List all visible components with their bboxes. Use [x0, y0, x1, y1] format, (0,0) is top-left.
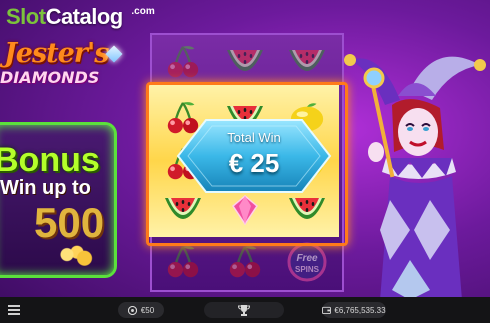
watermark-part2: Catalog	[45, 4, 124, 29]
watermelon-icon	[289, 198, 325, 219]
free-spins-icon: FreeSPINS	[287, 242, 327, 282]
bet-value: €50	[140, 305, 155, 315]
watermark-suffix: .com	[131, 6, 155, 17]
game-scene: SlotCatalog .com Jester's DIAMONDS Bonus…	[0, 0, 490, 323]
balance-value: €6,765,535.33	[334, 305, 386, 315]
cherries-icon	[167, 46, 199, 78]
promo-amount: 500	[34, 199, 105, 246]
jester-character-image	[344, 54, 486, 300]
reel-symbol-watermelon	[216, 38, 274, 86]
bottom-control-bar: €50 €6,765,535.33	[0, 297, 490, 323]
svg-text:SPINS: SPINS	[295, 265, 320, 274]
trophy-icon	[238, 304, 250, 316]
hamburger-menu-icon	[8, 305, 20, 315]
menu-button[interactable]	[8, 297, 20, 323]
trophy-button[interactable]	[204, 302, 284, 318]
reel-symbol-watermelon	[278, 38, 336, 86]
reel-symbol-cherries	[216, 238, 274, 286]
watermelon-icon	[227, 50, 263, 71]
reel-symbol-cherries	[154, 238, 212, 286]
bet-selector[interactable]: €50	[118, 302, 164, 318]
reel-symbol-free-spins: Free SPINS	[278, 238, 336, 286]
chip-icon	[127, 305, 137, 315]
reel-symbol-cherries	[154, 38, 212, 86]
wallet-icon	[322, 306, 332, 314]
logo-subtitle: DIAMONDS	[0, 68, 100, 87]
cherries-icon	[229, 246, 261, 278]
coins-icon	[52, 245, 102, 269]
logo-title: Jester's	[4, 38, 109, 69]
game-logo: Jester's DIAMONDS	[0, 36, 130, 92]
slotcatalog-watermark: SlotCatalog .com	[6, 4, 155, 34]
total-win-panel: Total Win € 25	[176, 118, 332, 194]
watermark-part1: Slot	[6, 4, 46, 29]
diamond-icon	[232, 195, 258, 226]
cherries-icon	[167, 246, 199, 278]
bonus-promo-banner[interactable]: Bonus Win up to 500	[0, 122, 117, 278]
balance-display: €6,765,535.33	[322, 302, 386, 318]
total-win-label: Total Win	[227, 130, 281, 145]
watermelon-icon	[165, 198, 201, 219]
promo-line: Win up to	[0, 177, 91, 199]
promo-title: Bonus	[0, 141, 100, 179]
total-win-value: € 25	[228, 148, 280, 178]
svg-text:Free: Free	[296, 253, 318, 264]
watermelon-icon	[289, 50, 325, 71]
